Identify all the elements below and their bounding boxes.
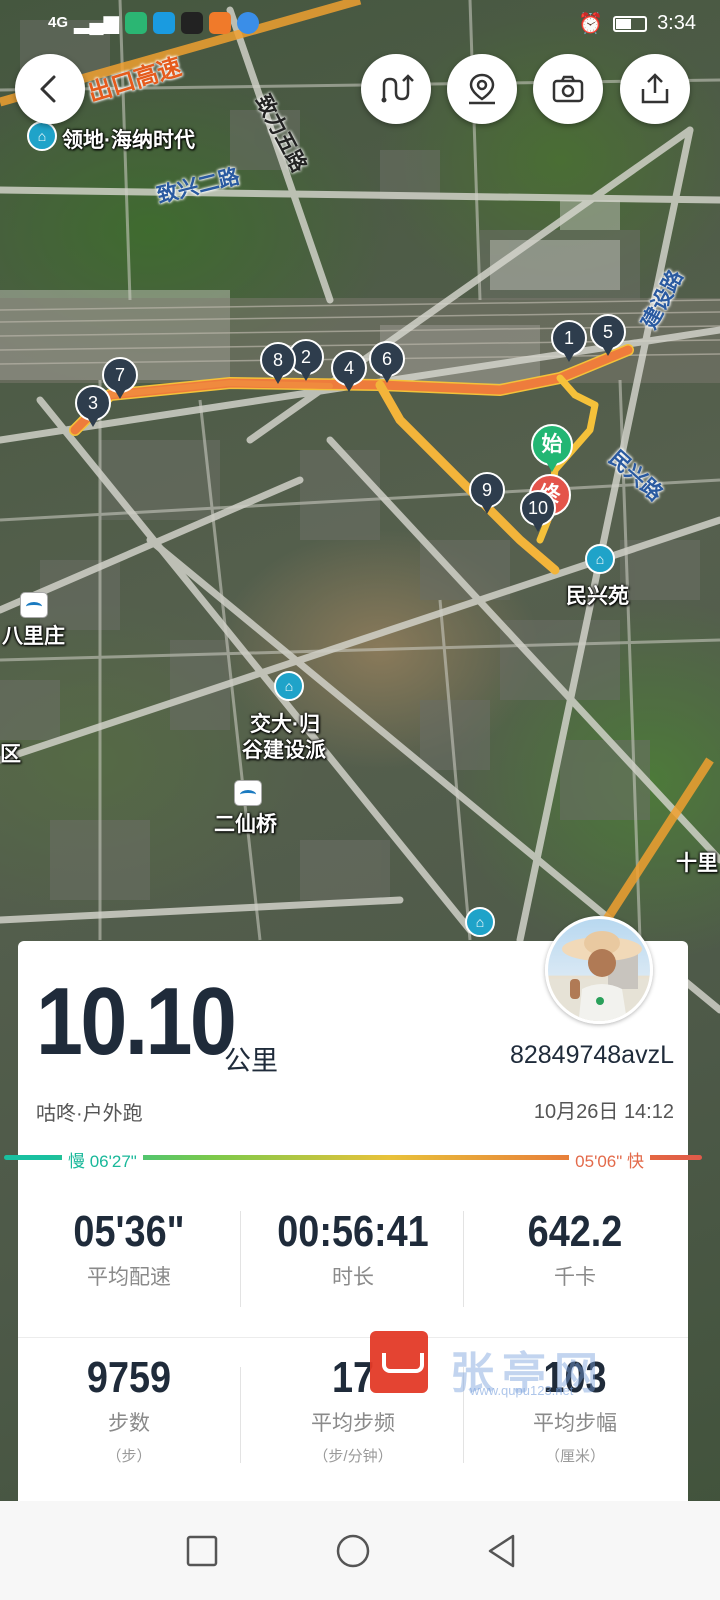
place-label-lingdi: 领地·海纳时代	[62, 129, 195, 152]
divider	[240, 1211, 241, 1307]
km-marker-4[interactable]: 4	[331, 350, 367, 394]
stat-avg-pace: 05'36" 平均配速	[18, 1207, 240, 1291]
distance-value: 10.10	[36, 968, 237, 1075]
recents-button[interactable]	[178, 1527, 226, 1575]
battery-icon	[613, 15, 648, 32]
signal-icon: 4G	[48, 14, 69, 31]
status-bar: 4G ▂▄▆ ⏰ 3:34	[0, 0, 720, 46]
stat-unit: （厘米）	[544, 1448, 605, 1465]
stat-label: 步数	[108, 1412, 150, 1435]
share-button[interactable]	[620, 54, 690, 124]
avatar-photo	[548, 931, 650, 1021]
workout-summary-card: 10.10 公里 82849748avzL 咕咚·户外跑 10月26日 14:1…	[4, 916, 702, 1501]
location-pin-icon	[469, 73, 495, 105]
stat-label: 平均配速	[87, 1266, 171, 1289]
back-nav-button[interactable]	[478, 1527, 526, 1575]
place-label-balizhuang: 八里庄	[2, 625, 65, 648]
app-notification-icon	[124, 11, 147, 34]
square-icon	[186, 1535, 218, 1567]
circle-icon	[336, 1534, 370, 1568]
app-notification-icon	[180, 11, 203, 34]
distance-unit: 公里	[224, 1046, 278, 1076]
stat-unit: （步）	[106, 1448, 152, 1465]
km-marker-6[interactable]: 6	[369, 341, 405, 385]
km-marker-8[interactable]: 8	[260, 342, 296, 386]
share-icon	[641, 73, 669, 104]
poi-pin-icon: ⌂	[585, 544, 615, 574]
status-icons: 4G ▂▄▆	[48, 10, 259, 35]
place-label-minxingyuan: 民兴苑	[566, 585, 629, 608]
pace-fast-label: 05'06" 快	[569, 1147, 650, 1172]
place-label-jiaoda-2: 谷建设派	[242, 739, 326, 762]
watermark: 张亭网 www.qupu123.net	[360, 1325, 650, 1405]
poi-pin-icon: ⌂	[274, 671, 304, 701]
system-nav-bar	[0, 1501, 720, 1600]
stat-label: 千卡	[554, 1266, 596, 1289]
avatar[interactable]	[545, 916, 653, 1024]
video-app-icon	[208, 11, 231, 34]
route-icon	[381, 74, 414, 103]
km-marker-9[interactable]: 9	[469, 472, 505, 516]
km-marker-10[interactable]: 10	[520, 490, 556, 534]
watermark-url: www.qupu123.net	[470, 1383, 574, 1398]
route-button[interactable]	[361, 54, 431, 124]
activity-type: 咕咚·户外跑	[36, 1103, 143, 1125]
km-marker-5[interactable]: 5	[590, 314, 626, 358]
stat-value: 9759	[86, 1353, 172, 1402]
home-button[interactable]	[329, 1527, 377, 1575]
search-app-icon	[152, 11, 175, 34]
km-marker-7[interactable]: 7	[102, 357, 138, 401]
place-label-erxianqiao: 二仙桥	[214, 813, 277, 836]
start-marker[interactable]: 始	[531, 424, 573, 474]
location-button[interactable]	[447, 54, 517, 124]
divider	[463, 1211, 464, 1307]
poi-pin-icon: ⌂	[465, 907, 495, 937]
stat-label: 平均步频	[311, 1412, 395, 1435]
stat-steps: 9759 步数 （步）	[18, 1353, 240, 1466]
stat-value: 05'36"	[73, 1207, 185, 1256]
place-label-qu: 区	[0, 743, 21, 766]
place-label-shili: 十里	[676, 852, 718, 875]
alarm-icon: ⏰	[578, 13, 604, 35]
back-button[interactable]	[15, 54, 85, 124]
chevron-left-icon	[40, 75, 56, 103]
divider	[240, 1367, 241, 1463]
clock: 3:34	[657, 12, 696, 34]
pace-slow-label: 慢 06'27"	[62, 1147, 143, 1172]
stat-value: 00:56:41	[277, 1207, 429, 1256]
triangle-back-icon	[488, 1534, 515, 1568]
camera-icon	[552, 75, 584, 103]
metro-icon	[234, 780, 262, 806]
activity-datetime: 10月26日 14:12	[533, 1101, 674, 1123]
metro-icon	[20, 592, 48, 618]
browser-app-icon	[236, 11, 259, 34]
stat-label: 平均步幅	[533, 1412, 617, 1435]
watermark-seal	[370, 1331, 428, 1393]
stat-calories: 642.2 千卡	[464, 1207, 686, 1291]
stat-value: 642.2	[527, 1207, 623, 1256]
camera-button[interactable]	[533, 54, 603, 124]
stat-duration: 00:56:41 时长	[242, 1207, 464, 1291]
km-marker-1[interactable]: 1	[551, 320, 587, 364]
bars-icon: ▂▄▆	[74, 12, 119, 34]
username: 82849748avzL	[509, 1041, 674, 1069]
stat-label: 时长	[332, 1266, 374, 1289]
stat-unit: （步/分钟）	[313, 1448, 393, 1465]
poi-pin-icon: ⌂	[27, 121, 57, 151]
